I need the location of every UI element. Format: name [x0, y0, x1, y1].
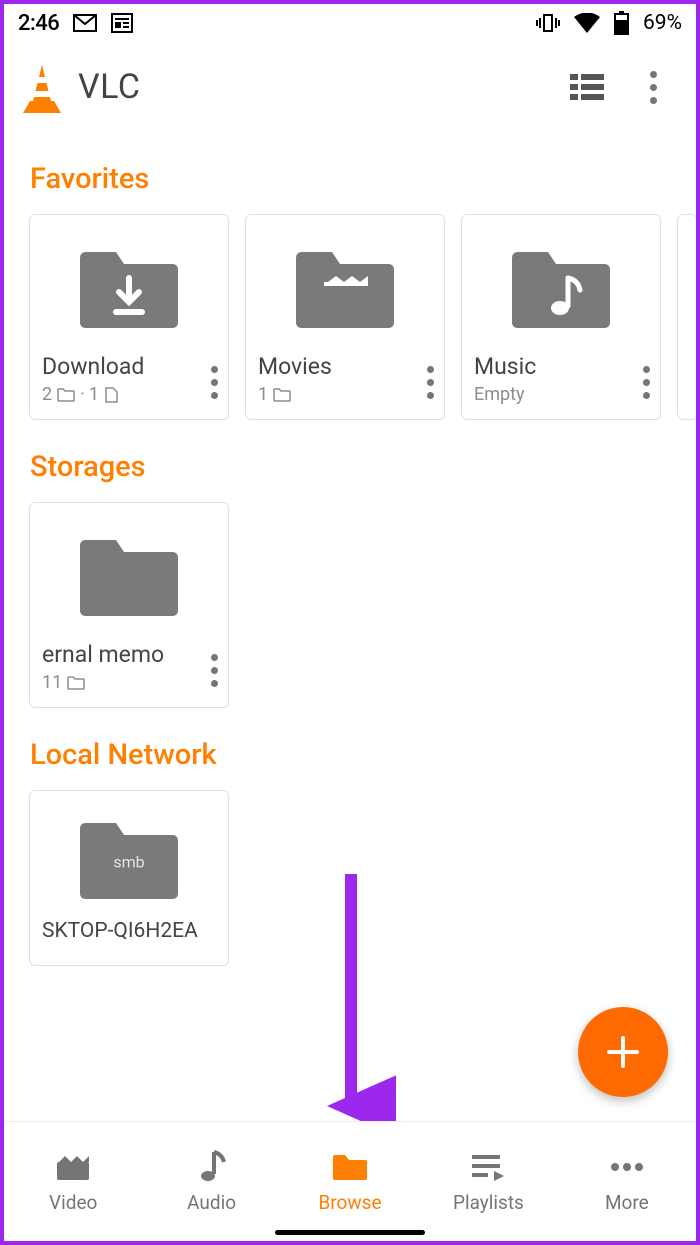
- audio-icon: [198, 1149, 226, 1185]
- status-battery-pct: 69%: [643, 11, 682, 35]
- view-list-button[interactable]: [560, 60, 614, 114]
- nav-browse[interactable]: Browse: [281, 1122, 419, 1241]
- browse-folder-icon: [331, 1149, 369, 1185]
- card-menu-button[interactable]: [211, 366, 218, 399]
- more-options-button[interactable]: [626, 60, 680, 114]
- card-title: Movies: [258, 353, 432, 380]
- nav-audio[interactable]: Audio: [142, 1122, 280, 1241]
- card-menu-button[interactable]: [427, 366, 434, 399]
- fab-add-button[interactable]: [578, 1007, 668, 1097]
- card-title: ernal memo: [42, 641, 216, 668]
- smb-folder-icon: smb: [74, 813, 184, 907]
- favorites-section: Favorites Download 2 · 1: [4, 132, 696, 420]
- card-title: Music: [474, 353, 648, 380]
- nav-video[interactable]: Video: [4, 1122, 142, 1241]
- nav-label: Playlists: [453, 1191, 524, 1214]
- local-network-section: Local Network smb SKTOP-QI6H2EA: [4, 708, 696, 966]
- storages-title: Storages: [4, 420, 696, 502]
- nav-label: Audio: [187, 1191, 236, 1214]
- smb-proto-label: smb: [113, 852, 144, 871]
- wifi-icon: [574, 13, 600, 33]
- more-icon: [609, 1149, 645, 1185]
- folder-small-icon: [273, 388, 291, 402]
- folder-small-icon: [57, 388, 75, 402]
- gmail-icon: [73, 14, 97, 32]
- card-subtitle: 2 · 1: [42, 384, 216, 405]
- status-bar: 2:46: [4, 4, 696, 42]
- status-clock: 2:46: [18, 11, 59, 36]
- folder-icon: [74, 530, 184, 624]
- download-folder-icon: [74, 242, 184, 336]
- local-network-title: Local Network: [4, 708, 696, 790]
- card-subtitle: 1: [258, 384, 432, 405]
- nav-label: More: [605, 1191, 649, 1214]
- vibrate-icon: [536, 13, 560, 33]
- network-card-smb[interactable]: smb SKTOP-QI6H2EA: [29, 790, 229, 966]
- newspaper-icon: [111, 13, 133, 33]
- nav-playlists[interactable]: Playlists: [419, 1122, 557, 1241]
- movies-folder-icon: [290, 242, 400, 336]
- storages-section: Storages ernal memo 11: [4, 420, 696, 708]
- playlists-icon: [470, 1149, 506, 1185]
- favorite-card-music[interactable]: Music Empty: [461, 214, 661, 420]
- card-title: Download: [42, 353, 216, 380]
- card-title: SKTOP-QI6H2EA: [42, 919, 216, 943]
- nav-more[interactable]: More: [558, 1122, 696, 1241]
- app-bar: VLC: [4, 42, 696, 132]
- storage-card-internal[interactable]: ernal memo 11: [29, 502, 229, 708]
- app-title: VLC: [78, 67, 560, 107]
- nav-label: Video: [49, 1191, 97, 1214]
- home-indicator[interactable]: [275, 1230, 425, 1235]
- nav-label: Browse: [318, 1191, 381, 1214]
- favorite-card-overflow[interactable]: [677, 214, 696, 420]
- favorites-title: Favorites: [4, 132, 696, 214]
- music-folder-icon: [506, 242, 616, 336]
- video-icon: [55, 1149, 91, 1185]
- folder-small-icon: [67, 676, 85, 690]
- favorite-card-download[interactable]: Download 2 · 1: [29, 214, 229, 420]
- bottom-nav: Video Audio Browse Playlis: [4, 1121, 696, 1241]
- file-small-icon: [104, 387, 118, 403]
- vlc-logo-icon: [20, 61, 64, 113]
- battery-icon: [614, 11, 629, 35]
- favorite-card-movies[interactable]: Movies 1: [245, 214, 445, 420]
- card-menu-button[interactable]: [211, 654, 218, 687]
- card-menu-button[interactable]: [643, 366, 650, 399]
- card-subtitle: 11: [42, 672, 216, 693]
- card-subtitle: Empty: [474, 384, 648, 405]
